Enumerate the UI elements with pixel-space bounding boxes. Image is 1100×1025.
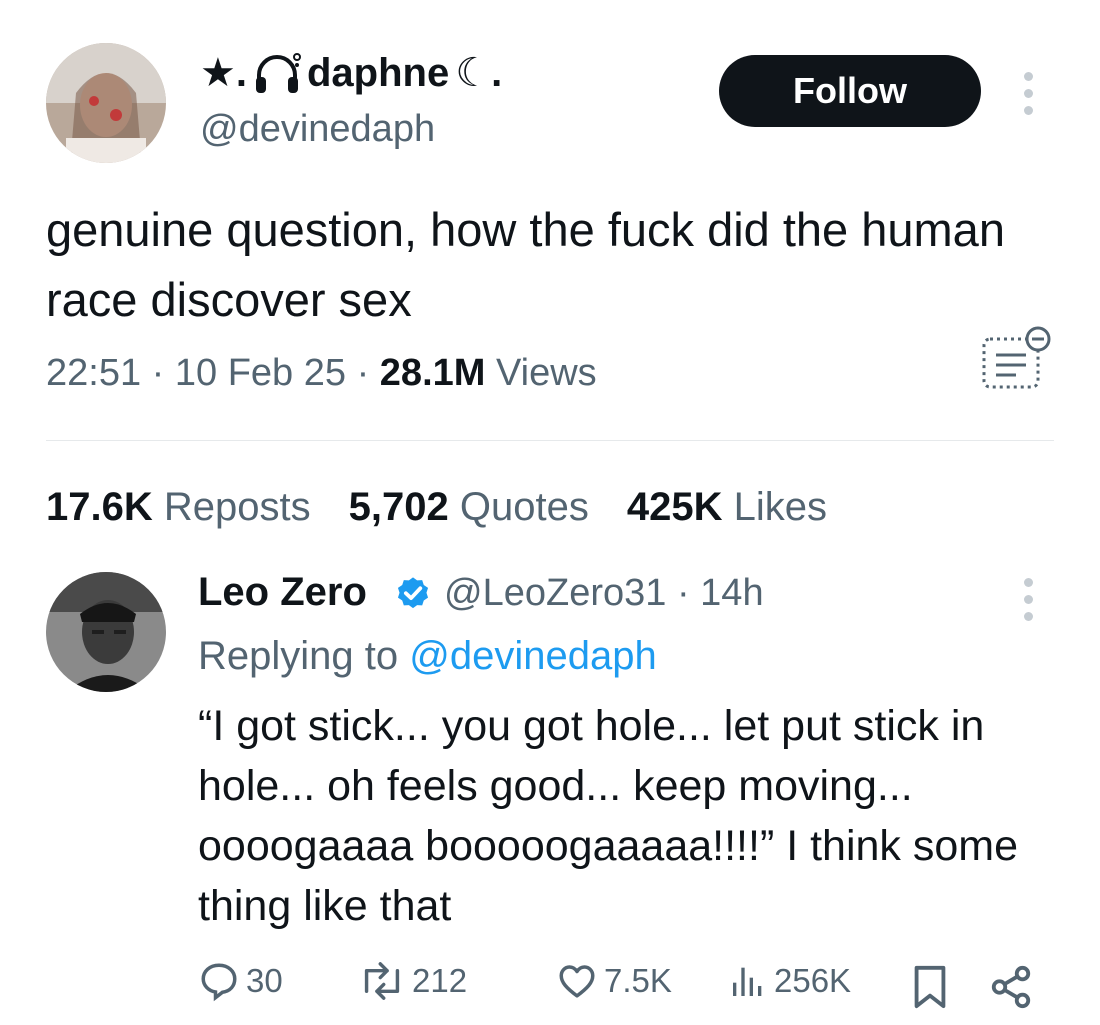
verified-badge-icon <box>397 577 429 609</box>
replying-prefix: Replying to <box>198 634 399 678</box>
quotes-stat[interactable]: 5,702 Quotes <box>349 485 589 530</box>
reposts-stat[interactable]: 17.6K Reposts <box>46 485 311 530</box>
tweet-meta: 22:51 · 10 Feb 25 · 28.1M Views <box>46 352 597 394</box>
reply-count: 30 <box>246 962 283 999</box>
replying-handle-link[interactable]: @devinedaph <box>409 634 656 678</box>
tweet-text: genuine question, how the fuck did the h… <box>46 203 1005 326</box>
author-handle[interactable]: @devinedaph <box>200 108 435 151</box>
author-name-text: daphne <box>306 50 450 95</box>
tweet-date[interactable]: 10 Feb 25 <box>175 352 346 394</box>
views-count: 28.1M <box>379 352 486 394</box>
reply-action[interactable]: 30 <box>198 960 283 1002</box>
views-count-reply: 256K <box>774 962 852 999</box>
reply-more-icon[interactable] <box>1018 578 1038 621</box>
name-prefix: ★. <box>200 51 247 95</box>
author-avatar[interactable] <box>46 43 166 163</box>
reply-author-handle[interactable]: @LeoZero31 · 14h <box>444 572 764 615</box>
like-count: 7.5K <box>604 962 672 999</box>
views-action[interactable]: 256K <box>728 960 851 1002</box>
more-icon[interactable] <box>1018 72 1038 115</box>
community-notes-icon[interactable] <box>980 325 1052 391</box>
repost-icon <box>364 962 400 1000</box>
reply-actions: 30 212 7.5K 256K <box>198 960 1038 1016</box>
reply-handle-text: @LeoZero31 <box>444 572 667 614</box>
views-label: Views <box>495 352 597 394</box>
bookmark-icon[interactable] <box>910 964 950 1010</box>
repost-action[interactable]: 212 <box>358 960 467 1002</box>
follow-button[interactable]: Follow <box>719 55 981 127</box>
reply-icon <box>201 963 237 1002</box>
reply-text: “I got stick... you got hole... let put … <box>198 702 1019 930</box>
views-icon <box>733 967 762 996</box>
author-display-name[interactable]: ★. daphne ☾. <box>200 50 502 96</box>
tweet-time[interactable]: 22:51 <box>46 352 141 394</box>
share-icon[interactable] <box>988 964 1034 1010</box>
repost-count: 212 <box>412 962 468 999</box>
reply-author-name[interactable]: Leo Zero <box>198 570 367 615</box>
reply-time: 14h <box>700 572 764 614</box>
headphones-icon <box>255 53 301 93</box>
name-suffix: ☾. <box>455 51 503 95</box>
divider <box>46 440 1054 441</box>
replying-to: Replying to @devinedaph <box>198 634 657 679</box>
engagement-stats: 17.6K Reposts 5,702 Quotes 425K Likes <box>46 485 827 530</box>
reply-author-avatar[interactable] <box>46 572 166 692</box>
like-icon <box>559 965 595 998</box>
likes-stat[interactable]: 425K Likes <box>627 485 827 530</box>
like-action[interactable]: 7.5K <box>556 960 672 1002</box>
